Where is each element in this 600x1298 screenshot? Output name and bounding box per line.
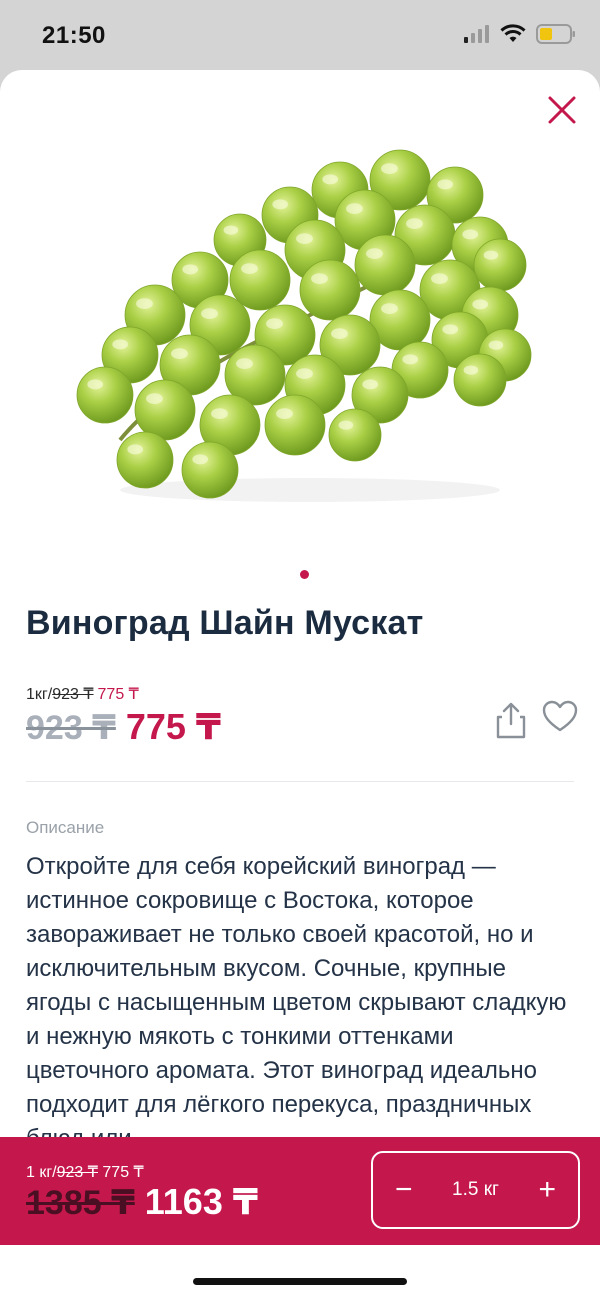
grape-highlight — [442, 324, 459, 335]
carousel-indicator — [300, 570, 309, 579]
grape-highlight — [488, 340, 504, 350]
cart-bar: 1 кг/923 ₸ 775 ₸ 1385 ₸ 1163 ₸ − 1.5 кг … — [0, 1137, 600, 1245]
grape-highlight — [127, 444, 144, 455]
grape-highlight — [171, 348, 188, 359]
cart-total-new: 1163 ₸ — [144, 1181, 258, 1222]
unit-prefix: 1кг/ — [26, 686, 53, 703]
cart-unit-price-old: 923 ₸ — [56, 1164, 98, 1181]
grape-berry — [453, 353, 507, 407]
grape-highlight — [87, 379, 104, 390]
signal-icon — [464, 25, 489, 43]
product-sheet: Виноград Шайн Мускат 1кг/923 ₸ 775 ₸ 923 … — [0, 70, 600, 1298]
grape-highlight — [241, 263, 258, 274]
price-new: 775 ₸ — [125, 706, 221, 747]
grape-highlight — [346, 203, 363, 214]
grape-highlight — [296, 233, 313, 244]
status-bar: 21:50 — [0, 0, 600, 70]
grape-highlight — [406, 218, 423, 229]
increase-button[interactable]: + — [538, 1175, 556, 1205]
grape-highlight — [472, 299, 489, 310]
grape-highlight — [431, 273, 448, 284]
grape-berry — [264, 394, 326, 456]
price: 923 ₸ 775 ₸ — [26, 706, 221, 748]
grape-highlight — [362, 379, 379, 390]
grape-highlight — [192, 454, 209, 465]
cart-unit-prefix: 1 кг/ — [26, 1164, 57, 1181]
divider — [26, 781, 574, 782]
grape-berry — [299, 259, 361, 321]
unit-price-new: 775 ₸ — [97, 686, 139, 703]
unit-price: 1кг/923 ₸ 775 ₸ — [26, 684, 139, 704]
grape-highlight — [136, 298, 153, 309]
cart-total: 1385 ₸ 1163 ₸ — [26, 1181, 258, 1223]
grape-highlight — [338, 420, 354, 430]
status-time: 21:50 — [42, 22, 106, 49]
wifi-icon — [500, 24, 526, 42]
grape-highlight — [331, 328, 348, 339]
heart-icon[interactable] — [542, 700, 578, 734]
grape-highlight — [266, 318, 283, 329]
grape-highlight — [146, 393, 163, 404]
grape-highlight — [223, 225, 239, 235]
grape-highlight — [112, 339, 129, 350]
grape-highlight — [296, 368, 313, 379]
grape-highlight — [381, 163, 398, 174]
grape-highlight — [182, 264, 199, 275]
home-indicator — [193, 1278, 407, 1285]
grape-berry — [229, 249, 291, 311]
grape-highlight — [483, 250, 499, 260]
battery-icon — [536, 24, 575, 44]
share-icon[interactable] — [494, 700, 528, 740]
grape-highlight — [322, 174, 339, 185]
status-icons — [464, 24, 576, 44]
close-icon[interactable] — [542, 90, 582, 130]
grape-highlight — [272, 199, 289, 210]
grape-highlight — [276, 408, 293, 419]
grape-highlight — [462, 229, 479, 240]
grape-highlight — [437, 179, 454, 190]
grape-berry — [328, 408, 382, 462]
cart-unit-price: 1 кг/923 ₸ 775 ₸ — [26, 1162, 144, 1182]
description-text: Откройте для себя корейский виноград — и… — [26, 853, 567, 1152]
grape-highlight — [311, 273, 328, 284]
quantity-value: 1.5 кг — [452, 1179, 499, 1200]
grape-berry — [76, 366, 134, 424]
grape-highlight — [402, 354, 419, 365]
grape-berry — [181, 441, 239, 499]
grape-highlight — [366, 248, 383, 259]
grape-highlight — [463, 365, 479, 375]
grape-highlight — [201, 308, 218, 319]
cart-total-old: 1385 ₸ — [26, 1184, 135, 1222]
unit-price-old: 923 ₸ — [52, 686, 94, 703]
grape-berry — [473, 238, 527, 292]
grape-berry — [134, 379, 196, 441]
grape-highlight — [381, 303, 398, 314]
quantity-stepper: − 1.5 кг + — [371, 1151, 580, 1229]
grape-berry — [116, 431, 174, 489]
grape-highlight — [236, 358, 253, 369]
decrease-button[interactable]: − — [395, 1175, 413, 1205]
product-image — [76, 149, 532, 502]
price-old: 923 ₸ — [26, 709, 116, 747]
description-label: Описание — [26, 818, 105, 837]
cart-unit-price-new: 775 ₸ — [102, 1164, 144, 1181]
grape-highlight — [211, 408, 228, 419]
grape-berry — [354, 234, 416, 296]
product-title: Виноград Шайн Мускат — [26, 604, 424, 642]
